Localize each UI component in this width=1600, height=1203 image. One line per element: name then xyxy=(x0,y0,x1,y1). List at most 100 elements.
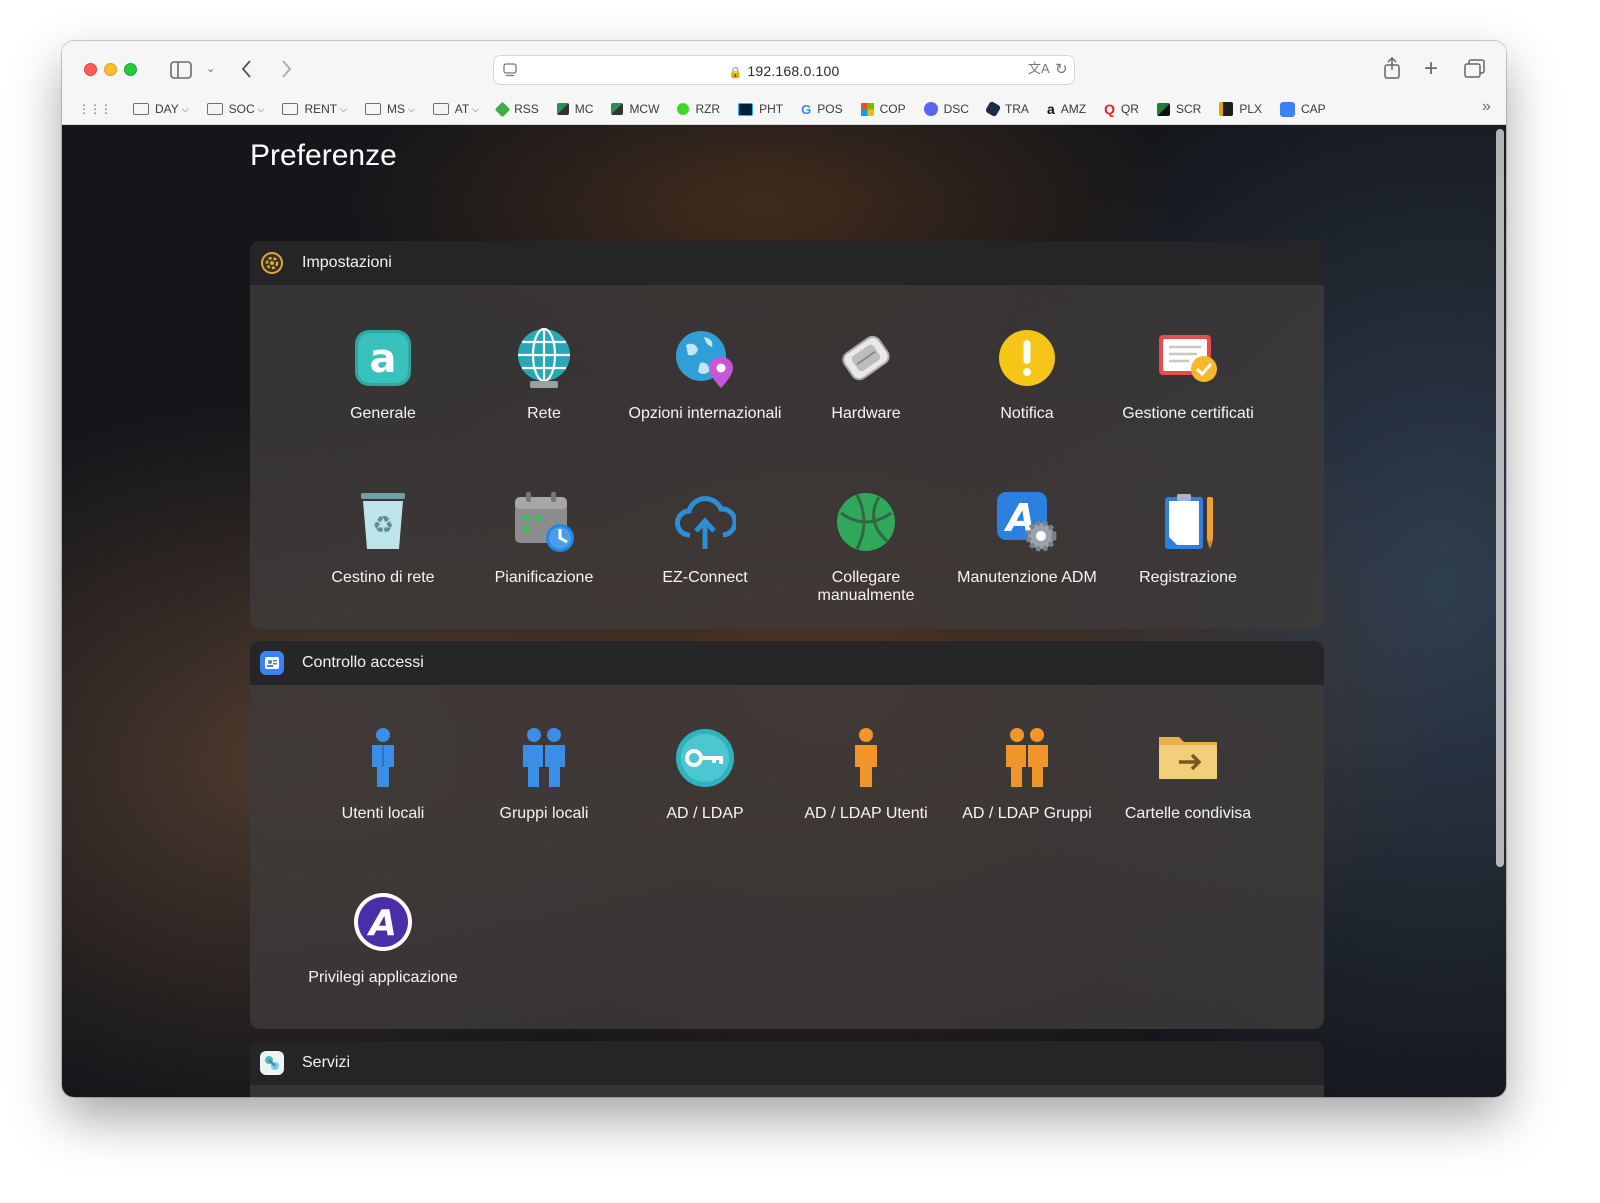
bookmark-link[interactable]: DSC xyxy=(923,102,969,116)
adm-maintenance-gear-icon: A xyxy=(996,491,1058,553)
globe-location-pin-icon xyxy=(674,327,736,389)
ldap-user-icon xyxy=(835,727,897,789)
bookmark-link[interactable]: COP xyxy=(860,102,906,116)
bookmark-label: MS xyxy=(386,102,405,116)
tile-ad-ldap[interactable]: AD / LDAP xyxy=(625,727,785,823)
bookmark-link[interactable]: SCR xyxy=(1156,102,1202,116)
translate-icon[interactable]: 文A xyxy=(1028,62,1050,75)
tile-cestino-di-rete[interactable]: ♻ Cestino di rete xyxy=(303,491,463,587)
tile-label: Notifica xyxy=(1000,405,1054,422)
local-user-icon xyxy=(352,727,414,789)
apps-grid-icon[interactable]: ⋮⋮⋮ xyxy=(78,102,112,116)
tile-label: AD / LDAP Gruppi xyxy=(962,805,1092,822)
forward-arrow-icon[interactable] xyxy=(281,59,293,82)
minimize-window-button[interactable] xyxy=(104,63,117,76)
tile-registrazione[interactable]: Registrazione xyxy=(1108,491,1268,587)
sidebar-toggle-icon[interactable] xyxy=(170,61,192,82)
tab-overview-icon[interactable] xyxy=(1464,59,1486,82)
tile-label: AD / LDAP xyxy=(666,805,744,822)
chevron-down-icon: ⌵ xyxy=(407,103,415,114)
tile-pianificazione[interactable]: Pianificazione xyxy=(464,491,624,587)
rss-favicon-icon xyxy=(494,101,511,117)
tile-label: Pianificazione xyxy=(494,569,594,586)
tile-ad-ldap-utenti[interactable]: AD / LDAP Utenti xyxy=(786,727,946,823)
tile-label: Privilegi applicazione xyxy=(308,969,458,986)
bookmark-link[interactable]: RZR xyxy=(677,102,720,116)
browser-window: ⌄ 🔒 192.168.0.100 文A ↻ + ⋮⋮⋮ DAY ⌵ SOC ⌵… xyxy=(62,41,1506,1097)
bookmark-folder[interactable]: RENT ⌵ xyxy=(282,102,347,116)
bookmark-label: RENT xyxy=(304,102,338,116)
tile-label: Collegare manualmente xyxy=(817,569,915,604)
tile-gestione-certificati[interactable]: Gestione certificati xyxy=(1108,327,1268,423)
general-a-icon: a xyxy=(352,327,414,389)
tile-rete[interactable]: Rete xyxy=(464,327,624,423)
tile-collegare-manualmente[interactable]: Collegare manualmente xyxy=(786,491,946,605)
tile-notifica[interactable]: Notifica xyxy=(947,327,1107,423)
bookmark-folder[interactable]: AT ⌵ xyxy=(432,102,479,116)
section-header: Servizi xyxy=(250,1041,1324,1085)
network-globe-icon xyxy=(513,327,575,389)
svg-text:a: a xyxy=(370,336,397,382)
bookmark-folder[interactable]: MS ⌵ xyxy=(364,102,415,116)
tile-ad-ldap-gruppi[interactable]: AD / LDAP Gruppi xyxy=(947,727,1107,823)
tile-label: Cartelle condivisa xyxy=(1124,805,1252,822)
tile-generale[interactable]: a Generale xyxy=(303,327,463,423)
zoom-window-button[interactable] xyxy=(124,63,137,76)
url-text: 🔒 192.168.0.100 xyxy=(494,63,1074,79)
tile-privilegi-applicazione[interactable]: A Privilegi applicazione xyxy=(303,891,463,987)
bookmark-link[interactable]: Q QR xyxy=(1104,101,1139,117)
amazon-favicon-icon: a xyxy=(1046,101,1055,117)
bookmark-label: DAY xyxy=(155,102,179,116)
services-icon xyxy=(260,1051,284,1075)
scr-favicon-icon xyxy=(1156,102,1170,116)
bookmark-link[interactable]: MCW xyxy=(611,102,659,116)
recycle-bin-icon: ♻ xyxy=(352,491,414,553)
reload-icon[interactable]: ↻ xyxy=(1055,62,1068,77)
bookmark-link[interactable]: MC xyxy=(556,102,593,116)
bookmark-link[interactable]: PLX xyxy=(1219,102,1262,116)
bookmark-link[interactable]: CAP xyxy=(1280,101,1326,117)
tile-label: Generale xyxy=(350,405,416,422)
mcw-favicon-icon xyxy=(611,103,624,115)
section-title: Impostazioni xyxy=(302,254,392,271)
log-clipboard-icon xyxy=(1157,491,1219,553)
bookmark-label: CAP xyxy=(1301,102,1326,116)
chevron-down-icon: ⌵ xyxy=(181,103,189,114)
bookmark-link[interactable]: G POS xyxy=(801,102,842,117)
bookmark-label: POS xyxy=(817,102,843,116)
tile-hardware[interactable]: Hardware xyxy=(786,327,946,423)
tile-utenti-locali[interactable]: Utenti locali xyxy=(303,727,463,823)
page-title: Preferenze xyxy=(250,139,397,172)
close-window-button[interactable] xyxy=(84,63,97,76)
discord-favicon-icon xyxy=(923,102,938,116)
hardware-chip-icon xyxy=(835,327,897,389)
tile-label: EZ-Connect xyxy=(662,569,748,586)
section-header: Controllo accessi xyxy=(250,641,1324,685)
chevron-down-icon[interactable]: ⌄ xyxy=(206,64,215,75)
plex-favicon-icon xyxy=(1219,102,1234,116)
bookmark-folder[interactable]: SOC ⌵ xyxy=(206,102,264,116)
tile-manutenzione-adm[interactable]: A Manutenzione ADM xyxy=(947,491,1107,587)
tile-opzioni-internazionali[interactable]: Opzioni internazionali xyxy=(625,327,785,423)
back-arrow-icon[interactable] xyxy=(240,59,252,82)
url-value: 192.168.0.100 xyxy=(747,63,840,79)
tile-ez-connect[interactable]: EZ-Connect xyxy=(625,491,785,587)
certificate-check-icon xyxy=(1157,327,1219,389)
browser-toolbar: ⌄ 🔒 192.168.0.100 文A ↻ + ⋮⋮⋮ DAY ⌵ SOC ⌵… xyxy=(62,41,1506,125)
bookmark-link[interactable]: PHT xyxy=(738,102,783,116)
settings-gear-icon xyxy=(260,251,284,275)
tile-cartelle-condivisa[interactable]: Cartelle condivisa xyxy=(1108,727,1268,823)
bookmark-link[interactable]: RSS xyxy=(494,101,539,117)
address-bar[interactable]: 🔒 192.168.0.100 文A ↻ xyxy=(493,55,1075,85)
bookmark-label: SCR xyxy=(1175,102,1202,116)
tra-favicon-icon xyxy=(984,100,1002,118)
scrollbar[interactable] xyxy=(1496,129,1504,867)
mc-favicon-icon xyxy=(556,103,569,115)
bookmark-link[interactable]: a AMZ xyxy=(1047,101,1086,117)
new-tab-icon[interactable]: + xyxy=(1424,57,1438,81)
more-bookmarks-icon[interactable]: » xyxy=(1482,99,1491,115)
bookmark-folder[interactable]: DAY ⌵ xyxy=(133,102,189,116)
tile-gruppi-locali[interactable]: Gruppi locali xyxy=(464,727,624,823)
share-icon[interactable] xyxy=(1382,56,1402,82)
bookmark-link[interactable]: TRA xyxy=(984,100,1029,118)
